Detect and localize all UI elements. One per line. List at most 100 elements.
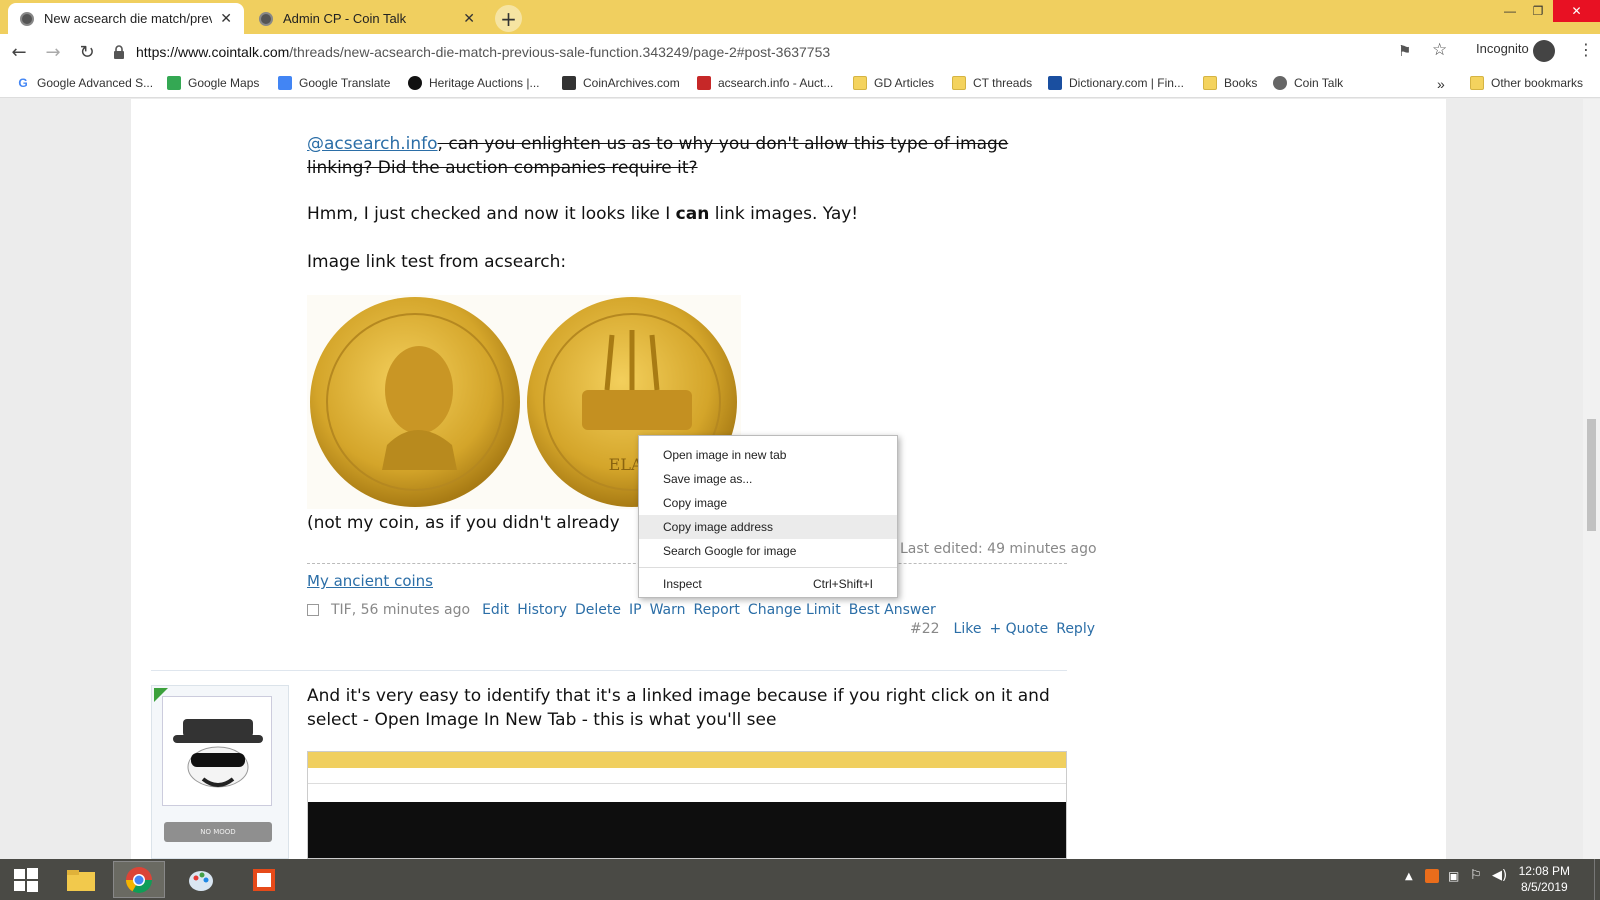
clock-date: 8/5/2019	[1520, 880, 1568, 894]
mention-link[interactable]: @acsearch.info	[307, 134, 438, 154]
maps-icon	[167, 76, 181, 90]
google-icon: G	[16, 76, 30, 90]
bookmark-google-advanced[interactable]: G Google Advanced S...	[16, 76, 153, 90]
post-paragraph-2: Hmm, I just checked and now it looks lik…	[307, 204, 859, 224]
browser-toolbar: ← → ↻ https://www.cointalk.com/threads/n…	[0, 34, 1600, 70]
user-info-block: NO MOOD	[151, 685, 289, 859]
edit-link[interactable]: Edit	[482, 602, 509, 618]
shot-tabstrip	[308, 752, 1066, 768]
page-scrollbar[interactable]	[1583, 99, 1600, 859]
bookmark-acsearch[interactable]: acsearch.info - Auct...	[697, 76, 833, 90]
bookmark-coin-talk[interactable]: Coin Talk	[1273, 76, 1343, 90]
system-clock[interactable]: 12:08 PM 8/5/2019	[1519, 863, 1570, 895]
menu-open-image-new-tab[interactable]: Open image in new tab	[639, 443, 897, 467]
windows-taskbar: ▲ ▣ ⚐ ◀) 12:08 PM 8/5/2019	[0, 859, 1600, 900]
close-tab-icon[interactable]: ✕	[463, 10, 475, 27]
menu-inspect[interactable]: Inspect Ctrl+Shift+I	[639, 572, 897, 596]
bookmark-books[interactable]: Books	[1203, 76, 1257, 90]
scrollbar-thumb[interactable]	[1587, 419, 1596, 531]
bookmarks-bar: G Google Advanced S... Google Maps Google…	[0, 70, 1600, 98]
office-icon[interactable]	[238, 861, 290, 898]
bookmark-other[interactable]: Other bookmarks	[1470, 76, 1583, 90]
bookmarks-overflow[interactable]: »	[1437, 76, 1445, 92]
post-reply-bar: #22 Like + Quote Reply	[910, 621, 1103, 637]
report-link[interactable]: Report	[694, 602, 740, 618]
best-answer-link[interactable]: Best Answer	[849, 602, 936, 618]
bookmark-google-translate[interactable]: Google Translate	[278, 76, 390, 90]
tab-admin-cp[interactable]: Admin CP - Coin Talk ✕	[247, 3, 487, 34]
bookmark-heritage[interactable]: Heritage Auctions |...	[408, 76, 540, 90]
minimize-icon[interactable]: —	[1496, 0, 1524, 22]
menu-separator	[639, 567, 897, 568]
bookmark-gd-articles[interactable]: GD Articles	[853, 76, 934, 90]
ip-link[interactable]: IP	[629, 602, 642, 618]
bookmark-dictionary[interactable]: Dictionary.com | Fin...	[1048, 76, 1184, 90]
cointalk-favicon-icon	[259, 11, 273, 26]
post2-text: And it's very easy to identify that it's…	[307, 686, 1050, 730]
tab-active[interactable]: New acsearch die match/previou ✕	[8, 3, 244, 34]
change-limit-link[interactable]: Change Limit	[748, 602, 841, 618]
menu-search-google-image[interactable]: Search Google for image	[639, 539, 897, 563]
menu-copy-image-address[interactable]: Copy image address	[639, 515, 897, 539]
action-center-flag-icon[interactable]: ⚐	[1470, 868, 1482, 883]
like-link[interactable]: Like	[954, 621, 982, 637]
bookmark-star-icon[interactable]: ☆	[1432, 40, 1447, 60]
address-bar[interactable]: https://www.cointalk.com/threads/new-acs…	[112, 37, 1452, 67]
bookmark-ct-threads[interactable]: CT threads	[952, 76, 1032, 90]
bookmark-google-maps[interactable]: Google Maps	[167, 76, 259, 90]
incognito-label[interactable]: Incognito	[1476, 41, 1529, 56]
url-path: /threads/new-acsearch-die-match-previous…	[289, 44, 831, 60]
post-number[interactable]: #22	[910, 621, 940, 637]
new-tab-button[interactable]: +	[495, 5, 522, 32]
avatar[interactable]	[162, 696, 272, 806]
tray-expand-icon[interactable]: ▲	[1405, 871, 1413, 882]
cointalk-favicon-icon	[20, 11, 34, 26]
close-tab-icon[interactable]: ✕	[220, 10, 232, 27]
post-author-time: TIF, 56 minutes ago	[331, 602, 471, 618]
mood-badge: NO MOOD	[164, 822, 272, 842]
folder-icon	[1203, 76, 1217, 90]
restore-icon[interactable]: ❐	[1524, 0, 1552, 22]
back-arrow-icon[interactable]: ←	[4, 37, 34, 67]
post-strikethrough-text: @acsearch.info, can you enlighten us as …	[307, 134, 1009, 178]
reload-icon[interactable]: ↻	[72, 37, 102, 67]
embedded-screenshot[interactable]	[307, 751, 1067, 859]
translate-page-icon[interactable]: ⚑	[1398, 42, 1411, 60]
url-text: https://www.cointalk.com/threads/new-acs…	[136, 44, 830, 60]
delete-link[interactable]: Delete	[575, 602, 621, 618]
lock-icon	[114, 45, 124, 59]
quote-link[interactable]: + Quote	[989, 621, 1048, 637]
post-action-bar: TIF, 56 minutes ago Edit History Delete …	[307, 602, 944, 618]
windows-start-icon[interactable]	[0, 861, 52, 898]
volume-icon[interactable]: ◀)	[1492, 868, 1507, 883]
menu-copy-image[interactable]: Copy image	[639, 491, 897, 515]
chrome-taskbar-icon[interactable]	[113, 861, 165, 898]
dictionary-icon	[1048, 76, 1062, 90]
post-paragraph-3: Image link test from acsearch:	[307, 252, 567, 272]
coinarchives-icon	[562, 76, 576, 90]
forward-arrow-icon[interactable]: →	[38, 37, 68, 67]
shot-bookmarks	[308, 784, 1066, 798]
image-caption: (not my coin, as if you didn't already	[307, 513, 620, 533]
tab-title: Admin CP - Coin Talk	[283, 11, 407, 26]
signature-link[interactable]: My ancient coins	[307, 572, 433, 590]
show-desktop-button[interactable]	[1594, 859, 1600, 900]
heritage-icon	[408, 76, 422, 90]
close-window-icon[interactable]: ✕	[1553, 0, 1600, 22]
history-link[interactable]: History	[517, 602, 567, 618]
menu-save-image-as[interactable]: Save image as...	[639, 467, 897, 491]
tab-strip: New acsearch die match/previou ✕ Admin C…	[0, 0, 1600, 34]
network-icon[interactable]: ▣	[1448, 869, 1459, 883]
reply-link[interactable]: Reply	[1056, 621, 1095, 637]
menu-kebab-icon[interactable]: ⋮	[1578, 40, 1594, 59]
avatar-graphic	[173, 719, 263, 788]
translate-icon	[278, 76, 292, 90]
last-edited: Last edited: 49 minutes ago	[900, 541, 1097, 557]
select-post-checkbox[interactable]	[307, 604, 319, 616]
tray-app-icon[interactable]	[1425, 869, 1439, 883]
incognito-icon[interactable]	[1533, 40, 1555, 62]
paint-icon[interactable]	[175, 861, 227, 898]
file-explorer-icon[interactable]	[55, 861, 107, 898]
warn-link[interactable]: Warn	[650, 602, 686, 618]
bookmark-coinarchives[interactable]: CoinArchives.com	[562, 76, 680, 90]
